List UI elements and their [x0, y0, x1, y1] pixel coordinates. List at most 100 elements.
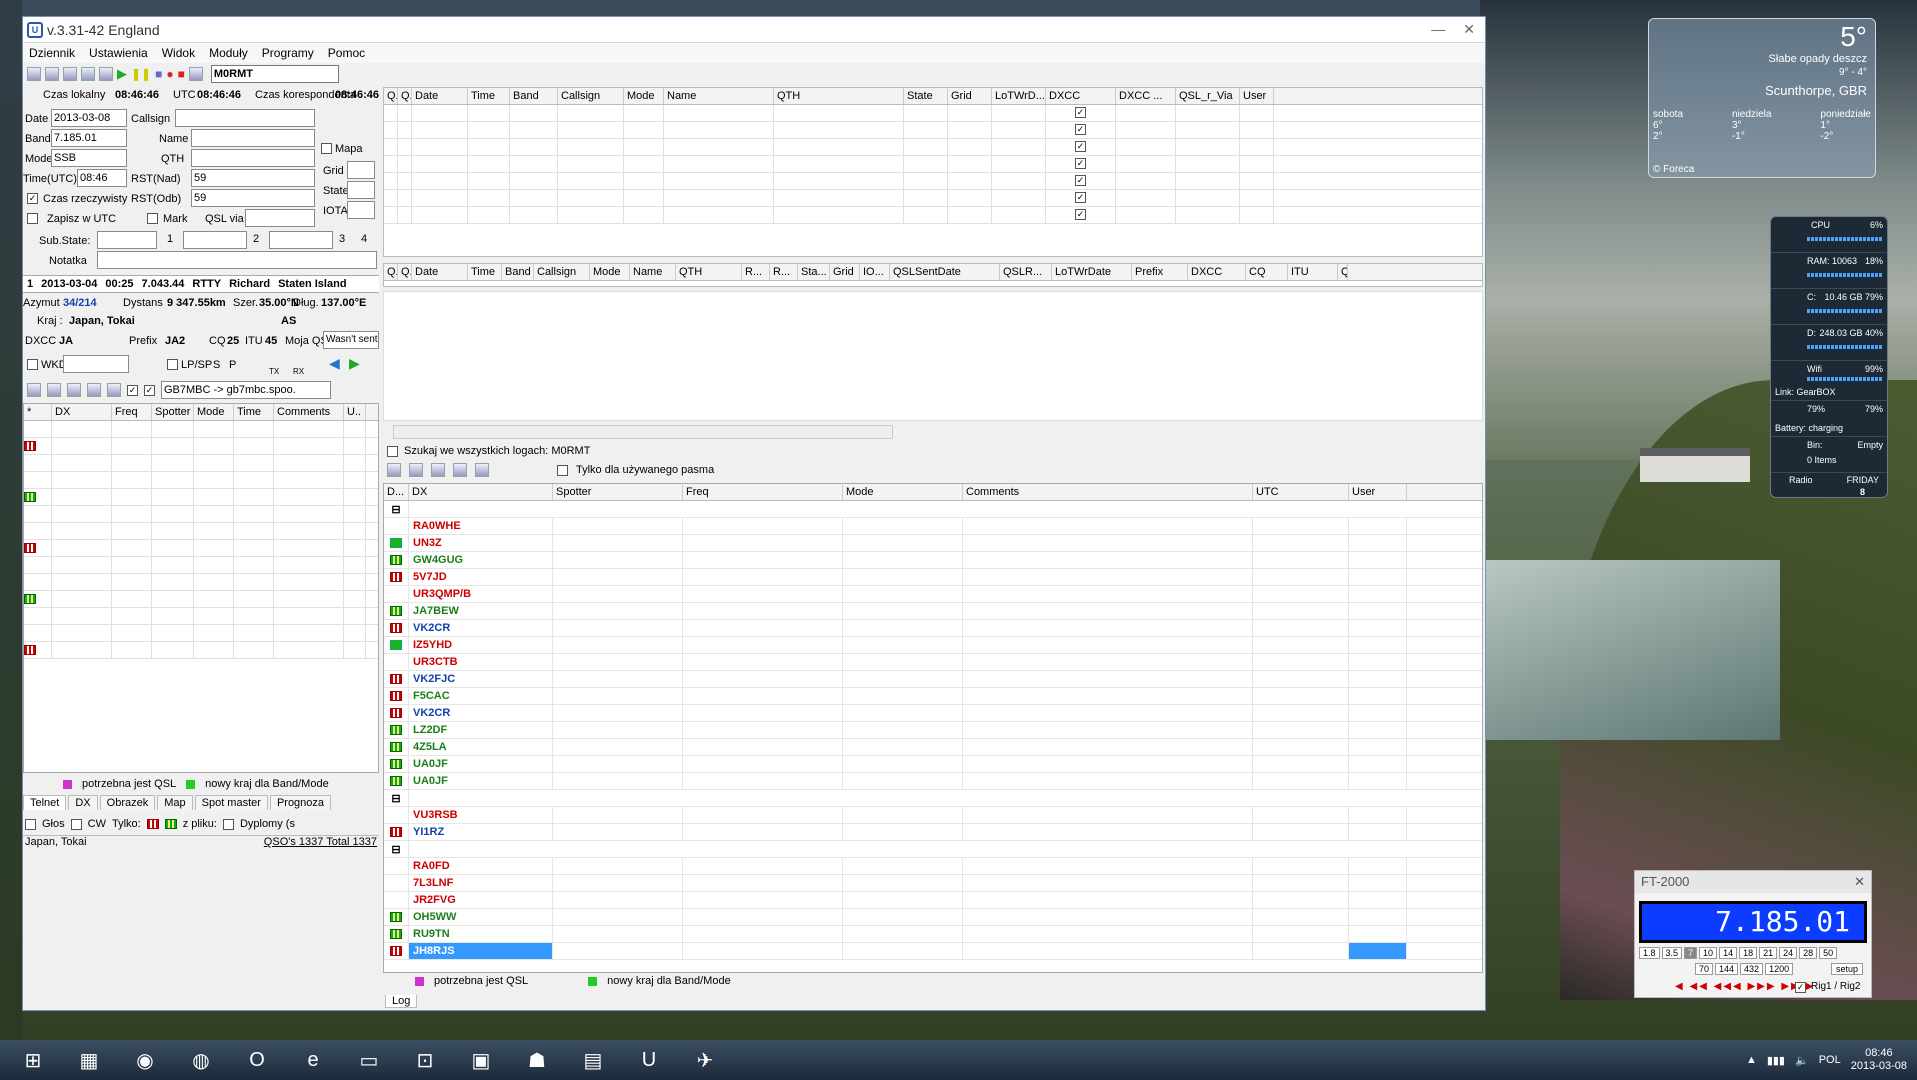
column-header[interactable]: Freq — [112, 404, 152, 420]
dx-spot-row[interactable]: VK2CR — [384, 705, 1482, 722]
dx-callsign[interactable]: JH8RJS — [409, 943, 553, 959]
substate-4-button[interactable]: 4 — [361, 233, 367, 245]
dx-tool-icon-2[interactable] — [409, 463, 423, 477]
column-header[interactable]: Band — [502, 264, 534, 280]
dx-spot-row[interactable]: JH8RJS — [384, 943, 1482, 960]
prev-arrow-icon[interactable]: ◀ — [329, 355, 340, 372]
column-header[interactable]: Comments — [963, 484, 1253, 500]
p-button[interactable]: P — [229, 359, 236, 371]
log-row[interactable]: ✓ — [384, 122, 1482, 139]
column-header[interactable]: Time — [468, 88, 510, 104]
collapse-icon[interactable]: ⊟ — [384, 841, 409, 857]
cluster-row[interactable] — [24, 557, 378, 574]
dxcc-checkbox[interactable]: ✓ — [1075, 107, 1086, 119]
qth-input[interactable] — [191, 149, 315, 167]
map-checkbox[interactable] — [321, 143, 332, 154]
group-row[interactable]: ⊟ — [384, 501, 1482, 518]
column-header[interactable]: Q. — [384, 264, 398, 280]
wkd-input[interactable] — [63, 355, 129, 373]
column-header[interactable]: Mode — [194, 404, 234, 420]
column-header[interactable]: Sta... — [798, 264, 830, 280]
dx-spot-row[interactable]: JA7BEW — [384, 603, 1482, 620]
cluster-row[interactable] — [24, 438, 378, 455]
log-row[interactable]: ✓ — [384, 190, 1482, 207]
cluster-icon-5[interactable] — [107, 383, 121, 397]
search-all-logs-checkbox[interactable] — [387, 445, 398, 457]
last-qso-row[interactable]: 1 2013-03-04 00:25 7.043.44 RTTY Richard… — [23, 275, 379, 293]
column-header[interactable]: QTH — [774, 88, 904, 104]
dx-callsign[interactable]: RA0FD — [409, 858, 553, 874]
dx-spot-row[interactable]: UR3QMP/B — [384, 586, 1482, 603]
band-button[interactable]: 144 — [1715, 963, 1739, 975]
glos-checkbox[interactable] — [25, 818, 36, 830]
dx-spot-row[interactable]: 5V7JD — [384, 569, 1482, 586]
open-icon[interactable] — [63, 67, 77, 81]
cw-checkbox[interactable] — [70, 818, 82, 830]
band-button[interactable]: 432 — [1740, 963, 1764, 975]
cluster-row[interactable] — [24, 506, 378, 523]
app3-icon[interactable]: ▤ — [570, 1042, 616, 1078]
dx-callsign[interactable]: OH5WW — [409, 909, 553, 925]
callsign-input[interactable] — [175, 109, 315, 127]
cluster-icon-3[interactable] — [67, 383, 81, 397]
column-header[interactable]: Grid — [948, 88, 992, 104]
ie-icon[interactable]: e — [290, 1042, 336, 1078]
dx-callsign[interactable]: 4Z5LA — [409, 739, 553, 755]
band-only-checkbox[interactable] — [557, 464, 568, 476]
dx-spot-row[interactable]: JR2FVG — [384, 892, 1482, 909]
cluster-row[interactable] — [24, 540, 378, 557]
substate-1[interactable] — [97, 231, 157, 249]
folder-icon[interactable]: ▭ — [346, 1042, 392, 1078]
dx-callsign[interactable]: UN3Z — [409, 535, 553, 551]
dx-spot-row[interactable]: IZ5YHD — [384, 637, 1482, 654]
column-header[interactable]: Q. — [398, 264, 412, 280]
dxcc-checkbox[interactable]: ✓ — [1075, 158, 1086, 170]
dx-callsign[interactable]: UA0JF — [409, 756, 553, 772]
tray-up-arrow-icon[interactable]: ▲ — [1746, 1054, 1757, 1066]
app4-icon[interactable]: ✈ — [682, 1042, 728, 1078]
save-utc-checkbox[interactable] — [27, 213, 38, 224]
band-button[interactable]: 3.5 — [1661, 947, 1683, 959]
dxcc-checkbox[interactable]: ✓ — [1075, 175, 1086, 187]
dx-spot-row[interactable]: OH5WW — [384, 909, 1482, 926]
log-row[interactable]: ✓ — [384, 105, 1482, 122]
column-header[interactable]: Grid — [830, 264, 860, 280]
column-header[interactable]: IO... — [860, 264, 890, 280]
state-input[interactable] — [347, 181, 375, 199]
dx-spot-row[interactable]: LZ2DF — [384, 722, 1482, 739]
tab-dx[interactable]: DX — [68, 795, 98, 810]
ft2000-window[interactable]: FT-2000 ✕ 7.185.01 1.8 3.5 7 10 14 18 21 24 28 50… — [1634, 870, 1872, 998]
menu-dziennik[interactable]: Dziennik — [29, 46, 75, 60]
substate-3[interactable] — [269, 231, 333, 249]
band-button[interactable]: 21 — [1759, 947, 1778, 959]
dx-callsign[interactable]: JR2FVG — [409, 892, 553, 908]
dx-callsign[interactable]: VU3RSB — [409, 807, 553, 823]
date-field[interactable]: 2013-03-08 — [51, 109, 127, 127]
column-header[interactable]: Date — [412, 264, 468, 280]
log-row[interactable]: ✓ — [384, 173, 1482, 190]
cluster-row[interactable] — [24, 455, 378, 472]
dx-callsign[interactable]: VK2FJC — [409, 671, 553, 687]
dx-spot-row[interactable]: 4Z5LA — [384, 739, 1482, 756]
column-header[interactable]: LoTWrD... — [992, 88, 1046, 104]
column-header[interactable]: Q — [1338, 264, 1348, 280]
app2-icon[interactable]: ☗ — [514, 1042, 560, 1078]
cluster-row[interactable] — [24, 625, 378, 642]
my-qsl-select[interactable]: Wasn't sent — [323, 331, 379, 349]
log-row[interactable]: ✓ — [384, 207, 1482, 224]
language-indicator[interactable]: POL — [1819, 1054, 1841, 1066]
next-arrow-icon[interactable]: ▶ — [349, 355, 360, 372]
band-button[interactable]: 7 — [1684, 947, 1698, 959]
grid-input[interactable] — [347, 161, 375, 179]
horizontal-scrollbar[interactable] — [393, 425, 893, 439]
cluster-icon-2[interactable] — [47, 383, 61, 397]
dx-callsign[interactable]: IZ5YHD — [409, 637, 553, 653]
dx-spot-row[interactable]: VK2CR — [384, 620, 1482, 637]
dx-spot-row[interactable]: UA0JF — [384, 773, 1482, 790]
column-header[interactable]: Q. — [384, 88, 398, 104]
dx-callsign[interactable]: RU9TN — [409, 926, 553, 942]
column-header[interactable]: DX — [52, 404, 112, 420]
export-icon[interactable] — [81, 67, 95, 81]
diplomas-checkbox[interactable] — [222, 818, 234, 830]
dx-callsign[interactable]: UR3QMP/B — [409, 586, 553, 602]
